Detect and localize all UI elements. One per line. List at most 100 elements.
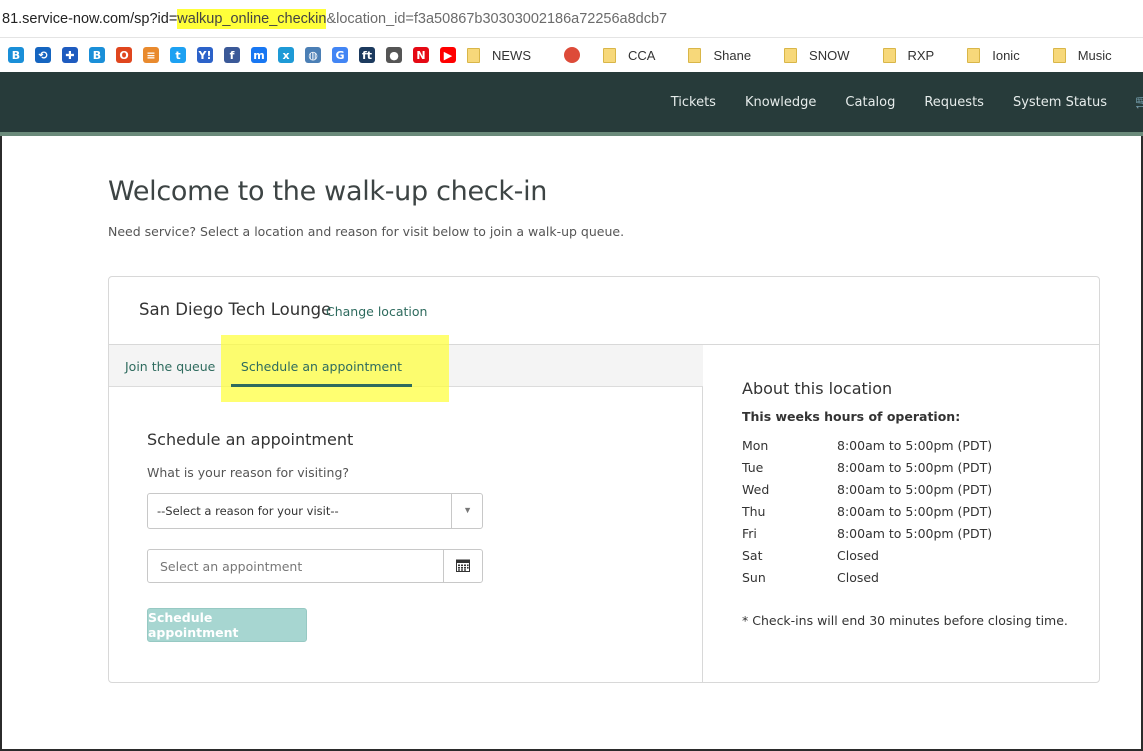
x-app-icon: x [278, 47, 294, 63]
hours-day: Mon [742, 438, 769, 453]
google-icon: G [332, 47, 348, 63]
folder-icon [1052, 47, 1066, 63]
active-tab-indicator [231, 384, 412, 387]
hours-day: Wed [742, 482, 770, 497]
address-bar[interactable]: 81.service-now.com/sp?id= walkup_online_c… [0, 0, 1143, 38]
bookmark-folder-news[interactable]: NEWS [467, 45, 553, 65]
appointment-divider [443, 550, 444, 582]
checkin-form-pane: Join the queue Schedule an appointment S… [109, 335, 703, 682]
tab-bar: Join the queue Schedule an appointment [109, 335, 703, 402]
bookmark-ft[interactable]: ft [359, 45, 375, 65]
select-divider [451, 494, 452, 528]
change-location-link[interactable]: Change location [326, 304, 427, 319]
hours-day: Tue [742, 460, 764, 475]
appointment-input[interactable]: Select an appointment [147, 549, 483, 583]
location-info-pane: About this location This weeks hours of … [704, 345, 1099, 682]
hours-row: Thu 8:00am to 5:00pm (PDT) [742, 504, 992, 526]
folder-icon [688, 47, 702, 63]
tab-schedule-appointment[interactable]: Schedule an appointment [231, 345, 412, 387]
nav-tickets[interactable]: Tickets [671, 95, 716, 110]
netflix-icon: N [413, 47, 429, 63]
url-host: 81.service-now.com/sp?id= [2, 10, 178, 27]
bookmark-folder-music[interactable]: Music [1052, 45, 1134, 65]
reason-select-value: --Select a reason for your visit-- [157, 504, 339, 518]
ft-icon: ft [359, 47, 375, 63]
bookmark-twitter[interactable]: t [170, 45, 186, 65]
hours-table: Mon 8:00am to 5:00pm (PDT) Tue 8:00am to 5:… [742, 438, 992, 592]
bookmark-history[interactable]: ⟲ [35, 45, 51, 65]
hours-heading: This weeks hours of operation: [742, 409, 961, 424]
nav-catalog[interactable]: Catalog [845, 95, 895, 110]
bookmark-folder-ionic[interactable]: Ionic [967, 45, 1041, 65]
hours-day: Sun [742, 570, 766, 585]
hours-time: 8:00am to 5:00pm (PDT) [837, 482, 993, 497]
page-title: Welcome to the walk-up check-in [108, 176, 548, 207]
twitter-icon: t [170, 47, 186, 63]
bookmark-google[interactable]: G [332, 45, 348, 65]
bookmark-bookmark-b[interactable]: B [8, 45, 24, 65]
hours-row: Fri 8:00am to 5:00pm (PDT) [742, 526, 992, 548]
portal-header: Tickets Knowledge Catalog Requests System St… [0, 72, 1143, 132]
bookmark-youtube[interactable]: ▶ [440, 45, 456, 65]
location-name: San Diego Tech Lounge [139, 300, 332, 319]
hours-day: Sat [742, 548, 763, 563]
bookmark-document[interactable]: ≡ [143, 45, 159, 65]
yahoo-icon: Y! [197, 47, 213, 63]
calendar-icon[interactable] [456, 559, 470, 572]
reason-select[interactable]: --Select a reason for your visit-- ▼ [147, 493, 483, 529]
hours-time: 8:00am to 5:00pm (PDT) [837, 526, 993, 541]
history-icon: ⟲ [35, 47, 51, 63]
bookmark-b-icon: B [8, 47, 24, 63]
hours-time: 8:00am to 5:00pm (PDT) [837, 460, 993, 475]
hours-row: Tue 8:00am to 5:00pm (PDT) [742, 460, 992, 482]
hours-row: Mon 8:00am to 5:00pm (PDT) [742, 438, 992, 460]
globe-icon: ◍ [305, 47, 321, 63]
checkin-footnote: * Check-ins will end 30 minutes before c… [742, 613, 1068, 628]
bookmark-puzzle[interactable]: ✚ [62, 45, 78, 65]
cart-icon[interactable]: 🛒 [1135, 94, 1143, 110]
bookmark-bookmark-b2[interactable]: B [89, 45, 105, 65]
nav-knowledge[interactable]: Knowledge [745, 95, 816, 110]
folder-icon [603, 47, 616, 63]
url-query: &location_id=f3a50867b30303002186a72256a… [326, 10, 668, 27]
hours-day: Fri [742, 526, 757, 541]
bookmark-x-app[interactable]: x [278, 45, 294, 65]
facebook-icon: f [224, 47, 240, 63]
hours-time: Closed [837, 570, 879, 585]
bookmark-office[interactable]: O [116, 45, 132, 65]
tab-join-queue[interactable]: Join the queue [125, 345, 215, 387]
bookmark-folder-shane[interactable]: Shane [688, 45, 773, 65]
folder-icon [467, 47, 480, 63]
tab-schedule-label: Schedule an appointment [240, 358, 403, 374]
folder-icon [967, 47, 981, 63]
header-underline [0, 132, 1143, 136]
bookmark-folder-label: Ionic [992, 47, 1020, 63]
bookmark-netflix[interactable]: N [413, 45, 429, 65]
chrome-icon [564, 47, 580, 63]
schedule-appointment-button[interactable]: Schedule appointment [147, 608, 307, 642]
bookmark-yahoo[interactable]: Y! [197, 45, 213, 65]
nav-requests[interactable]: Requests [924, 95, 984, 110]
hours-row: Wed 8:00am to 5:00pm (PDT) [742, 482, 992, 504]
bookmark-folder-label: NEWS [492, 47, 531, 63]
header-nav: Tickets Knowledge Catalog Requests System St… [642, 72, 1143, 132]
bookmark-globe[interactable]: ◍ [305, 45, 321, 65]
bookmark-folder-snow[interactable]: SNOW [784, 45, 871, 65]
document-icon: ≡ [143, 47, 159, 63]
bookmark-facebook[interactable]: f [224, 45, 240, 65]
chevron-down-icon: ▼ [463, 505, 472, 515]
messenger-icon: m [251, 47, 267, 63]
puzzle-icon: ✚ [62, 47, 78, 63]
bookmark-folder-cca[interactable]: CCA [603, 45, 677, 65]
bookmark-world[interactable]: ● [386, 45, 402, 65]
bookmark-folder-label: Music [1077, 47, 1112, 63]
nav-system-status[interactable]: System Status [1013, 95, 1107, 110]
hours-row: Sun Closed [742, 570, 992, 592]
page-subtitle: Need service? Select a location and reas… [108, 224, 625, 239]
folder-icon [784, 47, 798, 63]
bookmark-folder-label: CCA [628, 47, 656, 63]
bookmark-messenger[interactable]: m [251, 45, 267, 65]
bookmark-chrome[interactable] [564, 45, 592, 65]
bookmark-folder-rxp[interactable]: RXP [882, 45, 957, 65]
youtube-icon: ▶ [440, 47, 456, 63]
